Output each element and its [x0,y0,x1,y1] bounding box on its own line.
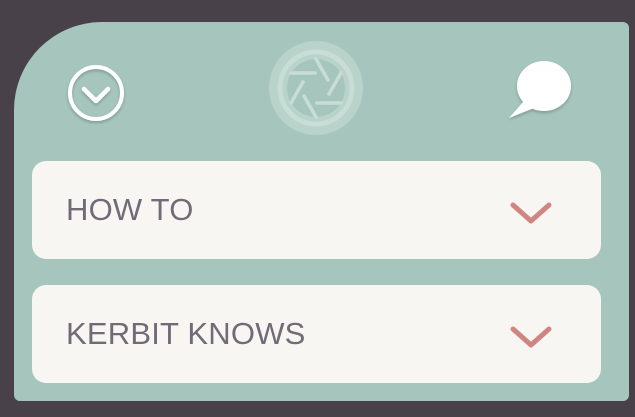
chevron-down-icon [510,326,552,348]
chevron-down-icon [510,202,552,224]
accordion-label: KERBIT KNOWS [66,316,306,351]
accordion-label: HOW TO [66,192,194,227]
accordion-how-to[interactable]: HOW TO [32,161,601,259]
camera-aperture-icon [269,41,363,135]
speech-bubble-icon[interactable] [504,57,574,121]
menu-panel: HOW TO KERBIT KNOWS [14,22,629,401]
chevron-down-circle-icon[interactable] [65,62,127,124]
accordion-kerbit-knows[interactable]: KERBIT KNOWS [32,285,601,383]
